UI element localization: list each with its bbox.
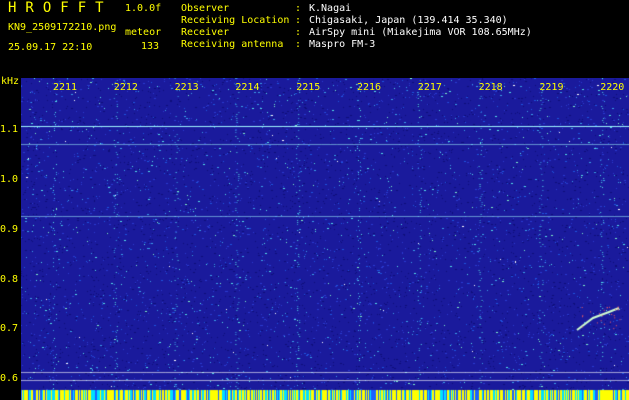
- y-tick-label: 0.7: [0, 323, 19, 334]
- time-tick-label: 2214: [235, 82, 260, 93]
- info-receiver: Receiver: AirSpy mini (Miakejima VOR 108.…: [181, 27, 532, 38]
- info-observer: Observer: K.Nagai: [181, 3, 352, 14]
- y-axis-unit: kHz: [1, 76, 20, 87]
- meteor-label: meteor: [125, 27, 162, 38]
- app-title: HROFFT: [8, 0, 113, 16]
- meteor-count: 133: [141, 41, 160, 52]
- version-label: 1.0.0f: [125, 3, 162, 14]
- y-tick-label: 0.9: [0, 224, 19, 235]
- time-tick-label: 2219: [539, 82, 564, 93]
- time-tick-label: 2216: [357, 82, 382, 93]
- date-time: 25.09.17 22:10: [8, 42, 93, 53]
- time-tick-label: 2213: [174, 82, 199, 93]
- time-tick-label: 2212: [113, 82, 138, 93]
- y-tick-label: 1.1: [0, 124, 19, 135]
- info-antenna: Receiving antenna: Maspro FM-3: [181, 39, 376, 50]
- spectrogram-canvas: [21, 78, 629, 400]
- file-name: KN9_2509172210.png: [8, 22, 117, 33]
- time-tick-label: 2215: [296, 82, 321, 93]
- header-panel: HROFFT 1.0.0f KN9_2509172210.png meteor …: [0, 0, 629, 77]
- time-tick-label: 2217: [417, 82, 442, 93]
- y-tick-label: 1.0: [0, 174, 19, 185]
- time-tick-label: 2218: [478, 82, 503, 93]
- time-tick-label: 2220: [600, 82, 625, 93]
- y-tick-label: 0.6: [0, 373, 19, 384]
- time-tick-label: 2211: [53, 82, 78, 93]
- y-tick-label: 0.8: [0, 274, 19, 285]
- spectrogram: [21, 78, 629, 400]
- info-location: Receiving Location: Chigasaki, Japan (139…: [181, 15, 508, 26]
